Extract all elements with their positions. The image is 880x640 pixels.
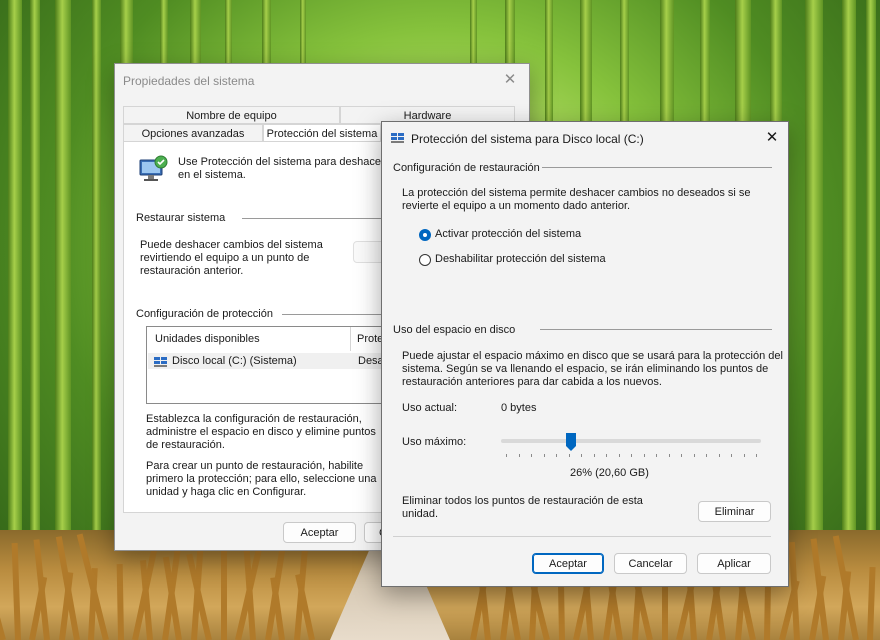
title-bar: Protección del sistema para Disco local … (382, 122, 788, 154)
drive-name: Disco local (C:) (Sistema) (172, 355, 297, 367)
restore-desc-3: restauración anterior. (140, 265, 244, 277)
slider-thumb[interactable] (566, 433, 576, 451)
drive-icon (391, 133, 404, 143)
bamboo-stalk (92, 0, 101, 540)
bamboo-stalk (55, 0, 71, 540)
bamboo-stalk (30, 0, 40, 540)
column-header-drives[interactable]: Unidades disponibles (155, 327, 260, 351)
ok-button[interactable]: Aceptar (283, 522, 356, 543)
restore-settings-desc-2: revierte el equipo a un momento dado ant… (402, 200, 631, 212)
computer-shield-icon (139, 155, 168, 181)
current-usage-label: Uso actual: (402, 402, 458, 414)
protection-settings-label: Configuración de protección (136, 308, 273, 320)
tab-advanced-options[interactable]: Opciones avanzadas (123, 124, 263, 142)
radio-selected-icon (419, 229, 431, 241)
disk-usage-label: Uso del espacio en disco (393, 324, 516, 336)
bamboo-stalk (805, 0, 823, 540)
max-usage-label: Uso máximo: (402, 436, 467, 448)
slider-tick (506, 454, 507, 457)
window-title: Propiedades del sistema (123, 74, 255, 88)
restore-desc-2: revirtiendo el equipo a un punto de (140, 252, 310, 264)
restore-desc-1: Puede deshacer cambios del sistema (140, 239, 323, 251)
slider-tick (619, 454, 620, 457)
close-icon[interactable]: ✕ (759, 128, 785, 148)
slider-tick (694, 454, 695, 457)
slider-tick (719, 454, 720, 457)
bamboo-stalk (8, 0, 22, 540)
disk-desc-3: restauración anteriores para dar cabida … (402, 376, 662, 388)
restore-settings-desc-1: La protección del sistema permite deshac… (402, 187, 751, 199)
slider-tick (669, 454, 670, 457)
disk-desc-2: sistema. Según se va llenando el espacio… (402, 363, 769, 375)
slider-tick (581, 454, 582, 457)
intro-text-2: en el sistema. (178, 169, 246, 181)
create-desc-2: primero la protección; para ello, selecc… (146, 473, 377, 485)
current-usage-value: 0 bytes (501, 402, 537, 414)
dialog-title: Protección del sistema para Disco local … (411, 132, 644, 146)
ok-button[interactable]: Aceptar (532, 553, 604, 574)
slider-tick (569, 454, 570, 457)
create-desc-3: unidad y haga clic en Configurar. (146, 486, 307, 498)
radio-unselected-icon (419, 254, 431, 266)
slider-track (501, 439, 761, 443)
slider-tick (656, 454, 657, 457)
tab-computer-name[interactable]: Nombre de equipo (123, 106, 340, 124)
drive-icon (154, 357, 167, 367)
create-desc-1: Para crear un punto de restauración, hab… (146, 460, 364, 472)
intro-text-1: Use Protección del sistema para deshacer… (178, 156, 394, 168)
apply-button[interactable]: Aplicar (697, 553, 771, 574)
close-icon[interactable]: ✕ (497, 70, 523, 90)
table-row[interactable]: Disco local (C:) (Sistema) Desac (148, 353, 406, 369)
grass-blade (116, 563, 124, 640)
max-usage-readout: 26% (20,60 GB) (570, 467, 649, 479)
restore-system-label: Restaurar sistema (136, 212, 226, 224)
slider-tick (681, 454, 682, 457)
slider-tick (544, 454, 545, 457)
radio-disable-protection[interactable]: Deshabilitar protección del sistema (419, 253, 649, 267)
column-header-protection[interactable]: Prote (357, 327, 383, 351)
slider-tick (756, 454, 757, 457)
slider-tick (644, 454, 645, 457)
configure-desc-2: administre el espacio en disco y elimine… (146, 426, 376, 438)
cancel-button[interactable]: Cancelar (614, 553, 687, 574)
slider-tick (744, 454, 745, 457)
radio-enable-protection[interactable]: Activar protección del sistema (419, 228, 629, 242)
slider-tick (731, 454, 732, 457)
delete-desc-2: unidad. (402, 508, 439, 520)
disk-desc-1: Puede ajustar el espacio máximo en disco… (402, 350, 783, 362)
drives-list[interactable]: Unidades disponibles Prote Disco local (… (146, 326, 408, 404)
slider-tick (706, 454, 707, 457)
tab-system-protection[interactable]: Protección del sistema (263, 124, 381, 142)
slider-tick (631, 454, 632, 457)
bamboo-stalk (842, 0, 856, 540)
slider-tick (519, 454, 520, 457)
slider-tick (556, 454, 557, 457)
divider (542, 167, 772, 168)
title-bar: Propiedades del sistema ✕ (115, 64, 529, 96)
configure-desc-3: de restauración. (146, 439, 225, 451)
delete-desc-1: Eliminar todos los puntos de restauració… (402, 495, 643, 507)
slider-tick (531, 454, 532, 457)
system-protection-dialog: Protección del sistema para Disco local … (381, 121, 789, 587)
max-usage-slider[interactable] (501, 428, 761, 458)
bamboo-stalk (866, 0, 876, 540)
column-separator (350, 327, 351, 351)
slider-tick (594, 454, 595, 457)
configure-desc-1: Establezca la configuración de restaurac… (146, 413, 362, 425)
slider-tick (606, 454, 607, 457)
restore-settings-label: Configuración de restauración (393, 162, 540, 174)
divider (393, 536, 771, 537)
delete-button[interactable]: Eliminar (698, 501, 771, 522)
divider (540, 329, 772, 330)
